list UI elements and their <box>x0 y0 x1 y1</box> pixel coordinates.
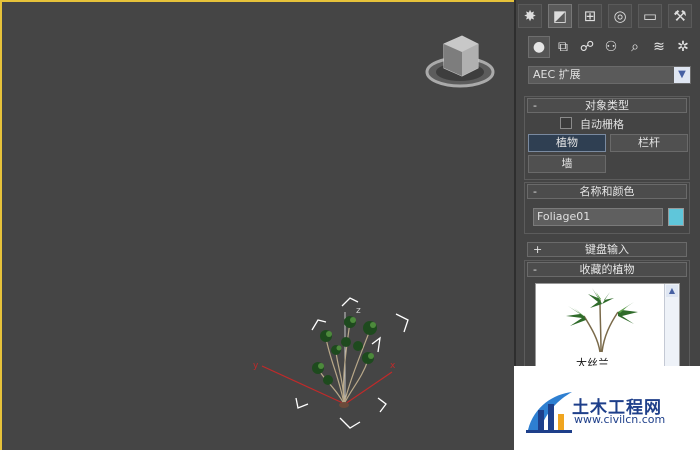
utilities-tab-icon[interactable]: ⚒ <box>668 4 692 28</box>
viewport-canvas: y x z <box>253 35 495 429</box>
scroll-up-icon[interactable]: ▲ <box>666 285 678 297</box>
cameras-icon[interactable]: ⚇ <box>600 36 622 58</box>
yucca-thumbnail[interactable] <box>544 286 672 356</box>
autogrid-label: 自动栅格 <box>580 118 624 131</box>
helpers-icon[interactable]: ⌕ <box>624 36 646 58</box>
perspective-viewport[interactable]: y x z <box>0 0 514 450</box>
collapse-icon: - <box>533 263 537 276</box>
viewcube[interactable] <box>425 35 495 88</box>
favorite-plants-title: 收藏的植物 <box>579 263 635 276</box>
keyboard-entry-title: 键盘输入 <box>585 243 629 256</box>
create-subcategories: ● ⧉ ☍ ⚇ ⌕ ≋ ✲ <box>526 36 696 58</box>
name-color-title: 名称和颜色 <box>579 185 635 198</box>
command-panel-tabs: ✸ ◩ ⊞ ◎ ▭ ⚒ <box>518 4 698 28</box>
axis-x-label: x <box>390 361 396 371</box>
expand-icon: + <box>533 243 543 256</box>
category-dropdown-value: AEC 扩展 <box>533 68 581 81</box>
geometry-icon[interactable]: ● <box>528 36 550 58</box>
object-type-title: 对象类型 <box>585 99 629 112</box>
shapes-icon[interactable]: ⧉ <box>552 36 574 58</box>
systems-icon[interactable]: ✲ <box>672 36 694 58</box>
collapse-icon: - <box>533 99 537 112</box>
object-type-header[interactable]: - 对象类型 <box>527 98 687 113</box>
keyboard-entry-header[interactable]: + 键盘输入 <box>527 242 687 257</box>
plant-button[interactable]: 植物 <box>528 134 606 152</box>
space-warps-icon[interactable]: ≋ <box>648 36 670 58</box>
axis-y-label: y <box>253 361 259 371</box>
object-color-swatch[interactable] <box>668 208 684 226</box>
name-color-header[interactable]: - 名称和颜色 <box>527 184 687 199</box>
favorite-plants-header[interactable]: - 收藏的植物 <box>527 262 687 277</box>
chevron-down-icon[interactable]: ▼ <box>674 67 690 83</box>
plant-list-scrollbar[interactable]: ▲ <box>664 284 679 372</box>
create-tab-icon[interactable]: ✸ <box>518 4 542 28</box>
display-tab-icon[interactable]: ▭ <box>638 4 662 28</box>
lights-icon[interactable]: ☍ <box>576 36 598 58</box>
axis-z-label: z <box>356 306 361 316</box>
motion-tab-icon[interactable]: ◎ <box>608 4 632 28</box>
modify-tab-icon[interactable]: ◩ <box>548 4 572 28</box>
hierarchy-tab-icon[interactable]: ⊞ <box>578 4 602 28</box>
object-name-field[interactable]: Foliage01 <box>533 208 663 226</box>
site-watermark: 土木工程网 www.civilcn.com <box>514 366 700 450</box>
favorite-plants-list[interactable]: 大丝兰 <box>535 283 680 373</box>
collapse-icon: - <box>533 185 537 198</box>
railing-button[interactable]: 栏杆 <box>610 134 688 152</box>
watermark-url: www.civilcn.com <box>574 413 666 426</box>
wall-button[interactable]: 墙 <box>528 155 606 173</box>
civilcn-logo <box>526 392 572 433</box>
autogrid-checkbox[interactable] <box>560 117 572 129</box>
category-dropdown[interactable]: AEC 扩展 ▼ <box>528 66 691 84</box>
